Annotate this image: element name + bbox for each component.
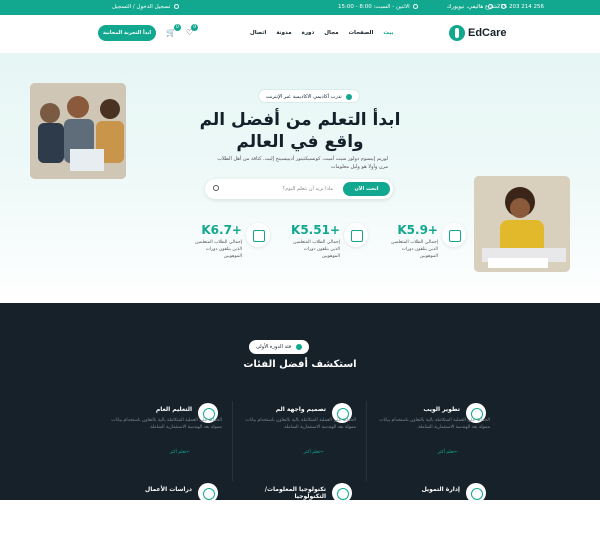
category-card[interactable]: دراسات الأعمال [102,483,232,548]
category-desc: الحفاظ على العملية المتكاملة بالية بالتع… [379,418,490,430]
business-icon [198,483,218,503]
category-card[interactable]: إدارة التمويل [370,483,500,548]
location-icon [501,4,506,9]
spark-icon [295,343,302,350]
clock-icon [413,4,419,9]
students-photo [30,83,126,179]
tagline-text: تدرب أكاديمي الاكاديمية عبر الإنترنت [266,94,342,100]
main-header: EdCare بيت الصفحات مجال دورة مدونة اتصال… [0,15,600,53]
category-title[interactable]: تكنولوجيا المعلومات/التكنولوجيا [236,486,326,500]
address-text: شارع هاليفي، نيويورك [446,4,498,10]
nav-item-pages[interactable]: الصفحات [349,30,374,36]
user-icon [174,4,180,9]
free-trial-button[interactable]: ابدأ التجربة المجانية [98,25,156,41]
stat-value: K5.51+ [291,223,340,237]
card-divider [366,401,367,481]
course-search: ابحث الآن ماذا تريد أن تتعلم اليوم؟ [205,179,393,199]
nav-item-home[interactable]: بيت [383,30,393,36]
cart-icon[interactable]: 🛒 0 [166,24,181,37]
hero-section: تدرب أكاديمي الاكاديمية عبر الإنترنت ابد… [0,53,600,303]
stat-item: K6.7+ إجمالي الطلاب المتعلمين الذين يتلق… [190,223,290,263]
stat-label: إجمالي الطلاب المتعلمين الذين يتلقون دور… [293,240,340,259]
stat-item: K5.9+ إجمالي الطلاب المتعلمين الذين يتلق… [386,223,486,263]
categories-section: فئة الدورة الأولى استكشف أفضل الفئات تطو… [0,303,600,503]
category-title[interactable]: دراسات الأعمال [102,486,192,493]
cart-badge: 0 [173,24,181,31]
stat-value: K6.7+ [201,223,242,237]
award-icon [246,223,270,247]
tech-icon [332,483,352,503]
categories-pill: فئة الدورة الأولى [249,340,309,354]
account-link[interactable]: تسجيل الدخول / التسجيل [112,4,181,10]
category-desc: الحفاظ على العملية المتكاملة بالية بالتع… [245,418,356,430]
card-divider [232,401,233,481]
category-desc: الحفاظ على العملية المتكاملة بالية بالتع… [111,418,222,430]
learn-more-link[interactable]: تعلم أكثر [430,450,460,455]
hours-text: الاثنين - السبت: 8:00 - 15:00 [338,4,410,10]
hero-subtitle: لوريم إيبسوم دولور سيت أميت، كونسيكتيتور… [217,156,388,170]
category-title[interactable]: تصميم واجهة الم [236,406,326,413]
spark-icon [346,93,353,100]
wishlist-icon[interactable]: ♡ 0 [186,24,199,37]
category-card[interactable]: تكنولوجيا المعلومات/التكنولوجيا [236,483,366,548]
stat-value: K5.9+ [397,223,438,237]
category-card[interactable]: التعليم العام الحفاظ على العملية المتكام… [102,403,232,468]
categories-title: استكشف أفضل الفئات [243,359,357,370]
book-icon [442,223,466,247]
stat-item: K5.51+ إجمالي الطلاب المتعلمين الذين يتل… [288,223,388,263]
site-logo[interactable]: EdCare [449,25,507,41]
stat-label: إجمالي الطلاب المتعلمين الذين يتلقون دور… [391,240,438,259]
learn-more-link[interactable]: تعلم أكثر [296,450,326,455]
search-button[interactable]: ابحث الآن [343,182,390,196]
category-card[interactable]: تطوير الويب الحفاظ على العملية المتكاملة… [370,403,500,468]
hero-title: ابدأ التعلم من أفضل الم واقع في العالم [199,110,401,152]
learn-more-link[interactable]: تعلم أكثر [162,450,192,455]
finance-icon [466,483,486,503]
nav-item-field[interactable]: مجال [324,30,338,36]
logo-text: EdCare [468,27,507,39]
category-title[interactable]: تطوير الويب [370,406,460,413]
category-card[interactable]: تصميم واجهة الم الحفاظ على العملية المتك… [236,403,366,468]
address-info: شارع هاليفي، نيويورك [447,4,508,10]
student-writing-photo [474,176,570,272]
nav-item-course[interactable]: دورة [302,30,315,36]
stat-label: إجمالي الطلاب المتعلمين الذين يتلقون دور… [195,240,242,259]
top-bar: 215 203 214 256 شارع هاليفي، نيويورك الا… [0,0,600,15]
main-nav: بيت الصفحات مجال دورة مدونة اتصال [250,30,394,36]
nav-item-contact[interactable]: اتصال [250,30,266,36]
search-input[interactable]: ماذا تريد أن تتعلم اليوم؟ [283,186,333,192]
categories-pill-text: فئة الدورة الأولى [256,344,292,350]
search-icon [213,185,219,191]
account-label[interactable]: تسجيل الدخول / التسجيل [112,4,170,10]
nav-item-blog[interactable]: مدونة [276,30,291,36]
logo-icon [449,25,465,41]
graduation-icon [344,223,368,247]
category-title[interactable]: إدارة التمويل [370,486,460,493]
hero-tagline: تدرب أكاديمي الاكاديمية عبر الإنترنت [258,89,361,103]
hours-info: الاثنين - السبت: 8:00 - 15:00 [338,4,420,10]
wishlist-badge: 0 [191,24,199,31]
category-title[interactable]: التعليم العام [102,406,192,413]
